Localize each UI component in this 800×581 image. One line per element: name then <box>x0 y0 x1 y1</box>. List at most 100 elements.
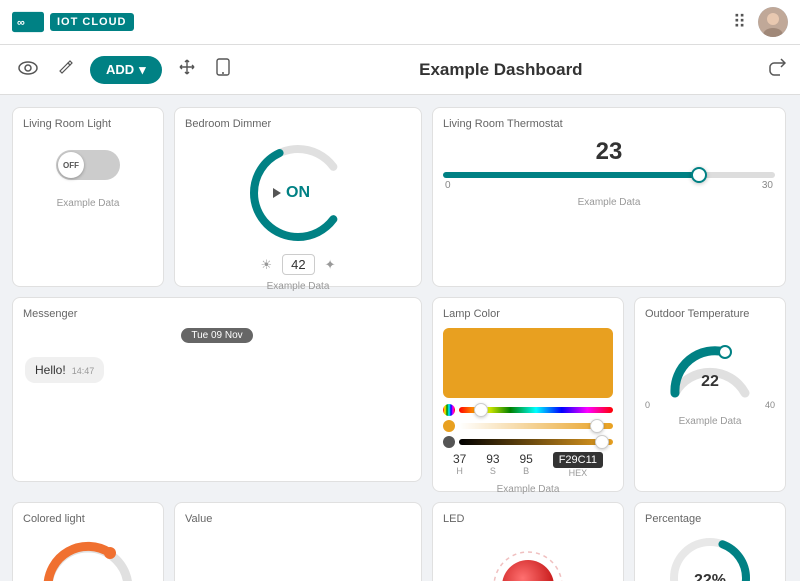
message-time: 14:47 <box>72 366 95 376</box>
move-icon[interactable] <box>174 54 200 85</box>
eye-icon[interactable] <box>14 56 42 84</box>
color-values: 37 H 93 S 95 B F29C11 HEX <box>443 452 613 478</box>
toggle-knob: OFF <box>58 152 84 178</box>
dashboard-grid: Living Room Light OFF Example Data Bedro… <box>0 95 800 581</box>
outdoor-range: 0 40 <box>645 400 775 410</box>
thermostat-title: Living Room Thermostat <box>443 118 775 130</box>
toolbar: ADD ▾ Example Dashboard <box>0 45 800 95</box>
message-text: Hello! <box>35 363 66 377</box>
top-nav: ∞ IOT CLOUD ⠿ <box>0 0 800 45</box>
led-display[interactable] <box>492 550 564 581</box>
chevron-down-icon: ▾ <box>139 62 146 78</box>
sat-thumb <box>590 419 604 433</box>
dimmer-value[interactable]: 42 <box>282 254 314 275</box>
messenger-widget: Messenger Tue 09 Nov Hello! 14:47 <box>12 297 422 482</box>
led-svg <box>492 550 564 581</box>
dimmer-on-label: ON <box>286 184 310 202</box>
sat-value-group: 93 S <box>486 452 499 478</box>
phone-icon[interactable] <box>212 54 234 85</box>
outdoor-title: Outdoor Temperature <box>645 308 775 320</box>
dimmer-controls: ☀ 42 ✦ <box>185 254 411 275</box>
sat-label: S <box>486 466 499 476</box>
led-circle-container <box>443 533 613 581</box>
hue-dot <box>443 404 455 416</box>
bedroom-dimmer-widget: Bedroom Dimmer ON ☀ 42 ✦ Example Data <box>174 107 422 287</box>
thermostat-track <box>443 172 775 178</box>
dimmer-title: Bedroom Dimmer <box>185 118 411 130</box>
messenger-title: Messenger <box>23 308 411 320</box>
light-toggle[interactable]: OFF <box>56 150 120 180</box>
dimmer-dial[interactable]: ON <box>243 138 353 248</box>
bri-thumb <box>595 435 609 449</box>
hex-value[interactable]: F29C11 <box>553 452 603 468</box>
value-widget: Value <box>174 502 422 581</box>
outdoor-max: 40 <box>765 400 775 410</box>
thermostat-range: 0 30 <box>443 180 775 191</box>
logo-area: ∞ IOT CLOUD <box>12 11 134 33</box>
percentage-widget: Percentage 22% Example Data <box>634 502 786 581</box>
thermostat-max: 30 <box>762 180 773 191</box>
iot-cloud-badge: IOT CLOUD <box>50 13 134 31</box>
brightness-slider-row <box>443 436 613 448</box>
message-bubble: Hello! 14:47 <box>25 357 104 383</box>
hue-slider-row <box>443 404 613 416</box>
colored-light-title: Colored light <box>23 513 153 525</box>
outdoor-temp-widget: Outdoor Temperature 22 0 40 Example Data <box>634 297 786 492</box>
pct-value-text: 22% <box>694 572 726 581</box>
hue-track[interactable] <box>459 407 613 413</box>
hex-label: HEX <box>553 468 603 478</box>
bright-icon: ✦ <box>325 257 336 273</box>
message-date: Tue 09 Nov <box>181 328 252 343</box>
bri-dot <box>443 436 455 448</box>
thermostat-widget: Living Room Thermostat 23 0 30 Example D… <box>432 107 786 287</box>
edit-icon[interactable] <box>54 55 78 84</box>
hue-label: H <box>453 466 466 476</box>
lamp-color-swatch[interactable] <box>443 328 613 398</box>
hue-thumb <box>474 403 488 417</box>
outdoor-gauge-svg: 22 <box>660 328 760 398</box>
lamp-color-title: Lamp Color <box>443 308 613 320</box>
share-icon[interactable] <box>768 58 786 81</box>
thermostat-value: 23 <box>443 138 775 166</box>
add-label: ADD <box>106 62 134 77</box>
grid-dots-icon[interactable]: ⠿ <box>733 12 746 33</box>
hex-value-group: F29C11 HEX <box>553 452 603 478</box>
sat-track[interactable] <box>459 423 613 429</box>
percentage-title: Percentage <box>645 513 775 525</box>
percentage-svg: 22% <box>665 533 755 581</box>
thermostat-example-data: Example Data <box>443 197 775 208</box>
svg-text:∞: ∞ <box>17 17 25 29</box>
living-room-light-title: Living Room Light <box>23 118 111 130</box>
sat-value: 93 <box>486 452 499 466</box>
dimmer-example-data: Example Data <box>185 281 411 292</box>
percentage-gauge: 22% <box>645 533 775 581</box>
dim-icon: ☀ <box>260 257 272 273</box>
living-room-light-widget: Living Room Light OFF Example Data <box>12 107 164 287</box>
arduino-logo-icon: ∞ <box>12 11 44 33</box>
thermostat-min: 0 <box>445 180 451 191</box>
value-title: Value <box>185 513 411 525</box>
thermostat-thumb <box>691 167 707 183</box>
thermostat-slider[interactable] <box>443 172 775 178</box>
outdoor-example-data: Example Data <box>645 416 775 427</box>
hue-value: 37 <box>453 452 466 466</box>
outdoor-gauge-container: 22 <box>645 328 775 398</box>
lamp-color-widget: Lamp Color <box>432 297 624 492</box>
light-example-data: Example Data <box>57 198 120 209</box>
outdoor-value-text: 22 <box>701 373 719 390</box>
bri-value-group: 95 B <box>519 452 532 478</box>
led-title: LED <box>443 513 613 525</box>
toggle-off-label: OFF <box>63 161 79 170</box>
saturation-slider-row <box>443 420 613 432</box>
sat-dot <box>443 420 455 432</box>
colored-light-gauge <box>23 533 153 581</box>
avatar[interactable] <box>758 7 788 37</box>
bri-value: 95 <box>519 452 532 466</box>
bri-track[interactable] <box>459 439 613 445</box>
led-widget: LED Example Data <box>432 502 624 581</box>
lamp-example-data: Example Data <box>443 484 613 495</box>
add-button[interactable]: ADD ▾ <box>90 56 162 84</box>
outdoor-min: 0 <box>645 400 650 410</box>
hue-value-group: 37 H <box>453 452 466 478</box>
colored-light-svg <box>38 533 138 581</box>
